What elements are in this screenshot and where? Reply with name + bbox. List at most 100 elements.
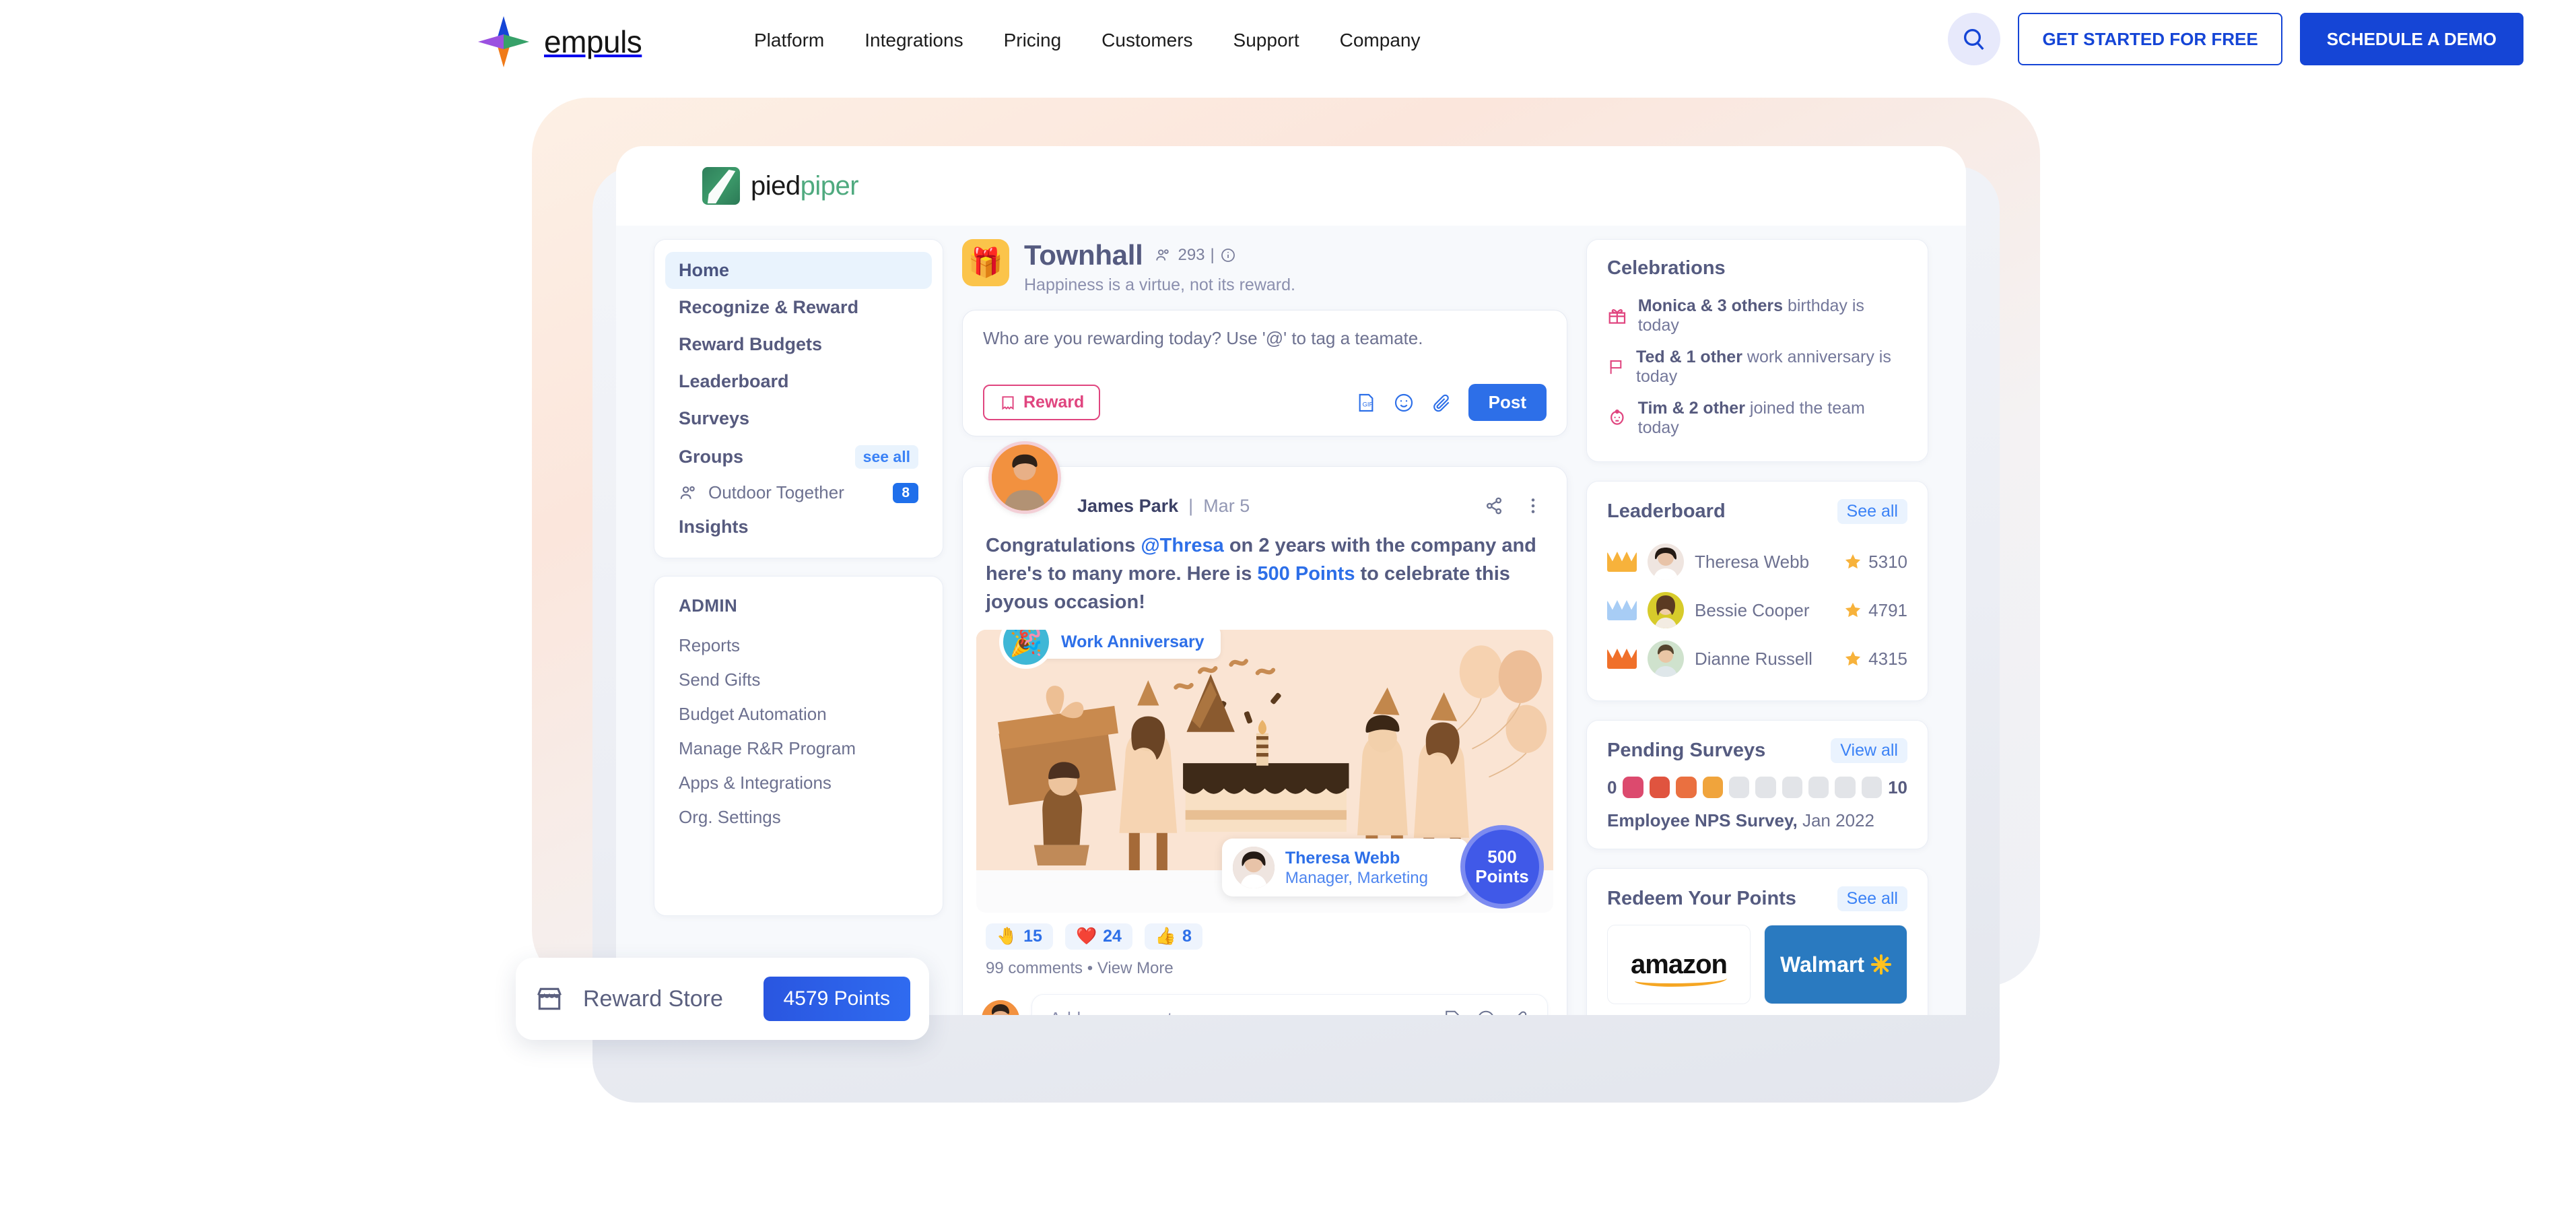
nps-box-7[interactable] [1782,777,1802,798]
nav-item-pricing[interactable]: Pricing [1004,30,1062,51]
reward-store-points-button[interactable]: 4579 Points [763,977,910,1021]
get-started-button[interactable]: GET STARTED FOR FREE [2018,13,2282,65]
sidebar-group-outdoor-together[interactable]: Outdoor Together 8 [665,477,932,509]
nps-box-10[interactable] [1861,777,1883,798]
reward-button-label: Reward [1023,393,1085,412]
groups-see-all-link[interactable]: see all [854,445,918,469]
nps-box-3[interactable] [1676,777,1697,798]
piedpiper-mark-icon [702,167,740,205]
leaderboard-title: Leaderboard [1607,500,1726,522]
paperclip-icon[interactable] [1431,392,1452,414]
surveys-view-all-link[interactable]: View all [1831,738,1907,763]
admin-item-send-gifts[interactable]: Send Gifts [679,663,918,697]
right-rail: Celebrations Monica & 3 others birthday … [1586,239,1928,1015]
reaction-heart[interactable]: ❤️ 24 [1064,923,1132,950]
view-more-link[interactable]: View More [1097,959,1174,977]
nav-item-company[interactable]: Company [1340,30,1421,51]
reaction-raised-hand[interactable]: 🤚 15 [986,923,1053,950]
more-vertical-icon[interactable] [1522,495,1544,517]
store-tile-amazon[interactable]: amazon [1607,925,1751,1004]
nps-box-4[interactable] [1702,777,1723,798]
emoji-icon[interactable] [1393,392,1415,414]
post-body: Congratulations @Thresa on 2 years with … [963,517,1567,616]
post-points-link[interactable]: 500 Points [1257,563,1355,585]
post-button[interactable]: Post [1468,384,1547,421]
app-header: piedpiper [616,146,1966,226]
avatar [1648,544,1684,580]
leaderboard-avatar-image [1648,592,1684,628]
paperclip-icon[interactable] [1510,1009,1530,1015]
avatar [1648,641,1684,677]
author-avatar-image [992,445,1058,511]
celebration-item-birthday[interactable]: Monica & 3 others birthday is today [1607,290,1907,341]
piedpiper-logo-first: pied [751,170,801,201]
nps-box-8[interactable] [1808,777,1829,798]
admin-item-manage-rr-program[interactable]: Manage R&R Program [679,731,918,766]
post-mention-link[interactable]: @Thresa [1141,535,1223,556]
empuls-logo-icon [478,16,529,67]
sidebar-item-surveys[interactable]: Surveys [665,400,932,437]
nav-item-platform[interactable]: Platform [754,30,824,51]
nav-item-integrations[interactable]: Integrations [865,30,963,51]
sidebar-item-reward-budgets[interactable]: Reward Budgets [665,326,932,363]
post-composer[interactable]: Who are you rewarding today? Use '@' to … [962,310,1567,436]
nps-box-5[interactable] [1728,777,1750,798]
people-icon [680,486,695,499]
leaderboard-card: Leaderboard See all Theresa Webb 5310 Be… [1586,481,1928,701]
ticket-icon [1002,395,1014,410]
townhall-header: 🎁 Townhall 293 | Happiness is a virtue, … [962,239,1567,295]
sidebar-item-leaderboard[interactable]: Leaderboard [665,363,932,400]
admin-item-budget-automation[interactable]: Budget Automation [679,697,918,731]
schedule-demo-button[interactable]: SCHEDULE A DEMO [2299,13,2523,65]
reward-button[interactable]: Reward [983,385,1101,420]
admin-item-reports[interactable]: Reports [679,628,918,663]
reward-store-bar[interactable]: Reward Store 4579 Points [516,958,929,1040]
feed-post: James Park | Mar 5 Congratulations @Thre… [962,441,1567,1015]
nav-item-support[interactable]: Support [1233,30,1299,51]
gif-icon[interactable]: GIF [1442,1009,1462,1015]
nps-box-6[interactable] [1755,777,1776,798]
leaderboard-row[interactable]: Dianne Russell 4315 [1607,634,1907,683]
reaction-thumbs-up[interactable]: 👍 8 [1144,923,1202,950]
celebration-names: Tim & 2 other [1637,399,1745,418]
survey-name: Employee NPS Survey, [1607,810,1798,830]
party-popper-icon: 🎉 [999,630,1053,669]
leaderboard-row[interactable]: Theresa Webb 5310 [1607,537,1907,586]
townhall-members: 293 | [1155,246,1235,265]
leaderboard-row[interactable]: Bessie Cooper 4791 [1607,586,1907,634]
nps-box-2[interactable] [1649,777,1670,798]
leaderboard-score: 4791 [1868,599,1907,620]
pending-surveys-card: Pending Surveys View all 0 10 Employee N… [1586,720,1928,849]
nps-box-1[interactable] [1623,777,1643,798]
emoji-icon[interactable] [1476,1009,1496,1015]
leaderboard-see-all-link[interactable]: See all [1837,499,1907,524]
brand-logo[interactable]: empuls [478,16,642,67]
post-text-part1: Congratulations [986,535,1141,556]
info-icon[interactable] [1220,247,1236,263]
celebration-item-work-anniversary[interactable]: Ted & 1 other work anniversary is today [1607,341,1907,393]
admin-item-org-settings[interactable]: Org. Settings [679,800,918,834]
sidebar-item-home[interactable]: Home [665,252,932,289]
sidebar-item-groups[interactable]: Groups see all [665,437,932,477]
reaction-count: 15 [1023,927,1042,946]
nps-box-9[interactable] [1835,777,1856,798]
comment-input[interactable]: Add a comment... GIF [1031,994,1548,1015]
leaderboard-name: Bessie Cooper [1695,599,1810,620]
sidebar-item-label: Leaderboard [679,371,789,391]
admin-item-apps-integrations[interactable]: Apps & Integrations [679,766,918,800]
reaction-count: 8 [1182,927,1192,946]
survey-period: Jan 2022 [1797,810,1874,830]
flag-icon [1610,360,1622,374]
sidebar-item-label: Recognize & Reward [679,297,859,317]
share-icon[interactable] [1483,495,1505,517]
celebration-item-new-joiner[interactable]: Tim & 2 other joined the team today [1607,393,1907,444]
store-tile-walmart[interactable]: Walmart [1764,925,1907,1004]
sidebar-item-insights[interactable]: Insights [665,509,932,546]
sidebar-item-recognize-reward[interactable]: Recognize & Reward [665,289,932,326]
nav-item-customers[interactable]: Customers [1101,30,1192,51]
redeem-see-all-link[interactable]: See all [1837,886,1907,911]
search-button[interactable] [1948,13,2001,65]
post-date-separator: | [1183,495,1198,516]
gif-icon[interactable]: GIF [1355,392,1377,414]
post-author-name: James Park [1077,495,1179,516]
